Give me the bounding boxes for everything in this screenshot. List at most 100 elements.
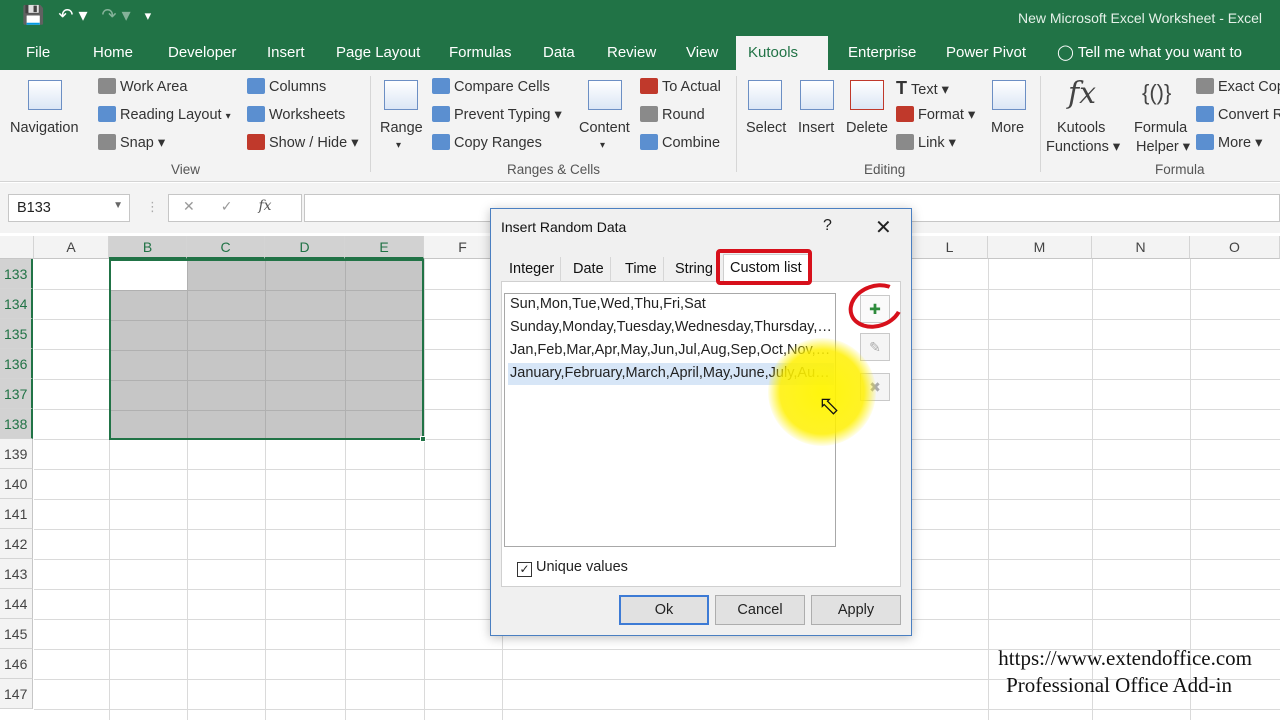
- work-area-button[interactable]: Work Area: [98, 78, 187, 95]
- columns-button[interactable]: Columns: [247, 78, 326, 95]
- row-header[interactable]: 134: [0, 289, 33, 319]
- navigation-button[interactable]: Navigation: [10, 120, 79, 136]
- content-dropdown-icon: ▾: [600, 140, 606, 151]
- tab-data[interactable]: Data: [531, 36, 587, 70]
- column-header-d[interactable]: D: [265, 236, 345, 259]
- column-header-n[interactable]: N: [1092, 236, 1190, 259]
- unique-values-checkbox[interactable]: ✓ Unique values: [517, 559, 628, 577]
- column-header-a[interactable]: A: [34, 236, 109, 259]
- chevron-down-icon[interactable]: ▼: [113, 200, 123, 211]
- kutools-functions-label-1[interactable]: Kutools: [1057, 120, 1105, 136]
- range-button[interactable]: Range: [380, 120, 423, 136]
- range-icon: [384, 80, 418, 110]
- format-button[interactable]: Format ▾: [896, 106, 975, 123]
- exact-copy-button[interactable]: Exact Cop: [1196, 78, 1280, 95]
- tab-page-layout[interactable]: Page Layout: [324, 36, 432, 70]
- worksheets-icon: [247, 106, 265, 122]
- fill-handle[interactable]: [420, 436, 426, 442]
- column-header-m[interactable]: M: [988, 236, 1092, 259]
- name-box[interactable]: B133 ▼: [8, 194, 130, 222]
- tab-file[interactable]: File: [14, 36, 62, 70]
- snap-button[interactable]: Snap ▾: [98, 134, 165, 151]
- row-header[interactable]: 141: [0, 499, 33, 529]
- selected-range[interactable]: [109, 259, 424, 440]
- tab-review[interactable]: Review: [595, 36, 668, 70]
- list-item[interactable]: Sunday,Monday,Tuesday,Wednesday,Thursday…: [508, 317, 834, 339]
- row-header[interactable]: 147: [0, 679, 33, 709]
- tab-enterprise[interactable]: Enterprise: [836, 36, 928, 70]
- row-header[interactable]: 133: [0, 259, 33, 289]
- to-actual-button[interactable]: To Actual: [640, 78, 721, 95]
- apply-button[interactable]: Apply: [811, 595, 901, 625]
- tab-kutools[interactable]: Kutools ™: [736, 36, 828, 95]
- row-header[interactable]: 144: [0, 589, 33, 619]
- tab-date[interactable]: Date: [567, 257, 611, 282]
- column-header-c[interactable]: C: [187, 236, 265, 259]
- more-formula-button[interactable]: More ▾: [1196, 134, 1262, 151]
- splitter-dots-icon[interactable]: ⋮: [146, 199, 159, 215]
- tab-home[interactable]: Home: [81, 36, 145, 70]
- insert-button[interactable]: Insert: [798, 120, 834, 136]
- insert-function-icon[interactable]: fx: [258, 198, 271, 221]
- combine-button[interactable]: Combine: [640, 134, 720, 151]
- column-header-o[interactable]: O: [1190, 236, 1280, 259]
- convert-refers-icon: [1196, 106, 1214, 122]
- select-button[interactable]: Select: [746, 120, 786, 136]
- row-header[interactable]: 145: [0, 619, 33, 649]
- list-item[interactable]: Sun,Mon,Tue,Wed,Thu,Fri,Sat: [508, 294, 834, 316]
- tab-string[interactable]: String: [669, 257, 720, 282]
- row-header[interactable]: 142: [0, 529, 33, 559]
- more-button[interactable]: More: [991, 120, 1024, 136]
- convert-refers-button[interactable]: Convert R: [1196, 106, 1280, 123]
- round-icon: [640, 106, 658, 122]
- cancel-button[interactable]: Cancel: [715, 595, 805, 625]
- show-hide-button[interactable]: Show / Hide ▾: [247, 134, 359, 151]
- formula-helper-label-1[interactable]: Formula: [1134, 120, 1187, 136]
- tab-time[interactable]: Time: [619, 257, 664, 282]
- cancel-entry-icon[interactable]: ✕: [183, 198, 195, 221]
- compare-cells-button[interactable]: Compare Cells: [432, 78, 550, 95]
- copy-ranges-button[interactable]: Copy Ranges: [432, 134, 542, 151]
- row-header[interactable]: 139: [0, 439, 33, 469]
- column-header-l[interactable]: L: [912, 236, 988, 259]
- round-button[interactable]: Round: [640, 106, 705, 123]
- tab-integer[interactable]: Integer: [503, 257, 562, 282]
- row-header[interactable]: 140: [0, 469, 33, 499]
- gridline: [111, 320, 422, 321]
- reading-layout-button[interactable]: Reading Layout ▾: [98, 106, 231, 123]
- content-button[interactable]: Content: [579, 120, 630, 136]
- row-header[interactable]: 137: [0, 379, 33, 409]
- customize-icon[interactable]: ▾: [145, 8, 152, 24]
- close-button[interactable]: ✕: [875, 215, 892, 240]
- undo-icon[interactable]: ↶ ▾: [58, 5, 87, 26]
- watermark-url: https://www.extendoffice.com: [998, 646, 1252, 670]
- tab-developer[interactable]: Developer: [156, 36, 248, 70]
- prevent-typing-button[interactable]: Prevent Typing ▾: [432, 106, 562, 123]
- confirm-entry-icon[interactable]: ✓: [221, 198, 233, 221]
- tab-view[interactable]: View: [674, 36, 730, 70]
- row-header[interactable]: 146: [0, 649, 33, 679]
- row-header[interactable]: 136: [0, 349, 33, 379]
- link-button[interactable]: Link ▾: [896, 134, 956, 151]
- active-cell-b133[interactable]: [111, 261, 188, 290]
- worksheets-button[interactable]: Worksheets: [247, 106, 345, 123]
- redo-icon[interactable]: ↷ ▾: [102, 5, 131, 26]
- column-header-b[interactable]: B: [109, 236, 187, 259]
- select-all-corner[interactable]: [0, 236, 34, 259]
- ok-button[interactable]: Ok: [619, 595, 709, 625]
- delete-button[interactable]: Delete: [846, 120, 888, 136]
- formula-helper-label-2[interactable]: Helper ▾: [1136, 139, 1190, 155]
- tab-formulas[interactable]: Formulas: [437, 36, 524, 70]
- kutools-functions-label-2[interactable]: Functions ▾: [1046, 139, 1120, 155]
- row-header[interactable]: 138: [0, 409, 33, 439]
- text-button[interactable]: T Text ▾: [896, 78, 949, 99]
- tab-insert[interactable]: Insert: [255, 36, 317, 70]
- help-button[interactable]: ?: [823, 217, 832, 235]
- edit-list-button[interactable]: ✎: [860, 333, 890, 361]
- tab-power-pivot[interactable]: Power Pivot: [934, 36, 1038, 70]
- column-header-e[interactable]: E: [345, 236, 424, 259]
- row-header[interactable]: 135: [0, 319, 33, 349]
- save-icon[interactable]: 💾: [22, 5, 44, 26]
- row-header[interactable]: 143: [0, 559, 33, 589]
- tell-me-search[interactable]: ◯ Tell me what you want to do...: [1045, 36, 1280, 95]
